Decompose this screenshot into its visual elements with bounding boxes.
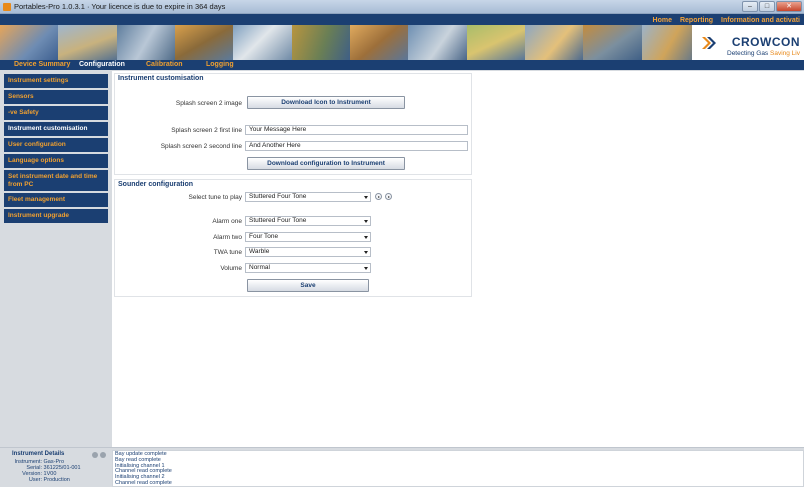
sidebar-item-user-configuration[interactable]: User configuration	[4, 138, 108, 153]
window-title: Portables-Pro 1.0.3.1 · Your licence is …	[14, 2, 226, 11]
splash-second-line-label: Splash screen 2 second line	[160, 143, 242, 150]
twa-tune-label: TWA tune	[213, 249, 242, 256]
volume-label: Volume	[220, 265, 242, 272]
nav-home-link[interactable]: Home	[653, 17, 672, 24]
sidebar-item-instrument-upgrade[interactable]: Instrument upgrade	[4, 209, 108, 224]
select-tune-dropdown[interactable]: Stuttered Four Tone	[245, 192, 371, 202]
alarm-two-dropdown[interactable]: Four Tone	[245, 232, 371, 242]
alarm-one-label: Alarm one	[212, 218, 242, 225]
header-banner: Home Reporting Information and activati …	[0, 14, 804, 60]
splash-first-line-input[interactable]: Your Message Here	[245, 125, 468, 135]
volume-dropdown[interactable]: Normal	[245, 263, 371, 273]
banner-photo-strip	[0, 25, 700, 60]
download-icon-button[interactable]: Download Icon to Instrument	[247, 96, 405, 109]
splash-second-line-input[interactable]: And Another Here	[245, 141, 468, 151]
splash-first-line-label: Splash screen 2 first line	[171, 127, 242, 134]
sidebar-item-language-options[interactable]: Language options	[4, 154, 108, 169]
splash-image-label: Splash screen 2 image	[175, 100, 242, 107]
crowcon-logo-text: CROWCON	[731, 35, 800, 49]
top-navigation: Home Reporting Information and activati	[653, 17, 800, 24]
twa-tune-dropdown[interactable]: Warble	[245, 247, 371, 257]
main-tabs: Device Summary Configuration Calibration…	[0, 60, 804, 70]
alarm-one-dropdown[interactable]: Stuttered Four Tone	[245, 216, 371, 226]
log-line: Channel read complete	[115, 479, 172, 486]
play-tune-icon[interactable]	[375, 193, 382, 200]
detail-user: User: Production	[28, 477, 70, 483]
chevron-down-icon	[364, 251, 368, 254]
chevron-down-icon	[364, 220, 368, 223]
minimize-button[interactable]: –	[742, 1, 758, 12]
activity-log[interactable]: Bay update complete Bay read complete In…	[112, 450, 804, 487]
window-title-bar: Portables-Pro 1.0.3.1 · Your licence is …	[0, 0, 804, 14]
tab-calibration[interactable]: Calibration	[146, 61, 183, 68]
close-button[interactable]: ✕	[776, 1, 802, 12]
chevron-down-icon	[364, 267, 368, 270]
sidebar-item-negative-safety[interactable]: -ve Safety	[4, 106, 108, 121]
nav-reporting-link[interactable]: Reporting	[680, 17, 713, 24]
chevron-down-icon	[364, 236, 368, 239]
tab-configuration[interactable]: Configuration	[79, 61, 125, 68]
instrument-details-title: Instrument Details	[12, 451, 65, 457]
sidebar: Instrument settings Sensors -ve Safety I…	[0, 71, 108, 447]
save-button[interactable]: Save	[247, 279, 369, 292]
nav-information-link[interactable]: Information and activati	[721, 17, 800, 24]
crowcon-logo-icon	[702, 37, 716, 49]
stop-tune-icon[interactable]	[385, 193, 392, 200]
instrument-details: Instrument Details Instrument: Gas-Pro S…	[12, 451, 108, 487]
sidebar-item-fleet-management[interactable]: Fleet management	[4, 193, 108, 208]
status-light-icon	[92, 452, 98, 458]
download-configuration-button[interactable]: Download configuration to Instrument	[247, 157, 405, 170]
sidebar-item-instrument-customisation[interactable]: Instrument customisation	[4, 122, 108, 137]
app-icon	[3, 3, 11, 11]
alarm-two-label: Alarm two	[213, 234, 242, 241]
status-area: Instrument Details Instrument: Gas-Pro S…	[0, 447, 804, 487]
tab-logging[interactable]: Logging	[206, 61, 234, 68]
sounder-title: Sounder configuration	[118, 181, 194, 188]
customisation-title: Instrument customisation	[118, 75, 204, 82]
select-tune-label: Select tune to play	[188, 194, 242, 201]
window-controls: – □ ✕	[741, 1, 802, 13]
chevron-down-icon	[364, 196, 368, 199]
maximize-button[interactable]: □	[759, 1, 775, 12]
tab-device-summary[interactable]: Device Summary	[14, 61, 70, 68]
crowcon-tagline: Detecting Gas Saving Liv	[727, 50, 800, 57]
sidebar-item-sensors[interactable]: Sensors	[4, 90, 108, 105]
sidebar-item-instrument-settings[interactable]: Instrument settings	[4, 74, 108, 89]
sidebar-item-set-date-time[interactable]: Set instrument date and time from PC	[4, 170, 108, 192]
connection-indicators	[92, 452, 106, 458]
status-light-icon	[100, 452, 106, 458]
